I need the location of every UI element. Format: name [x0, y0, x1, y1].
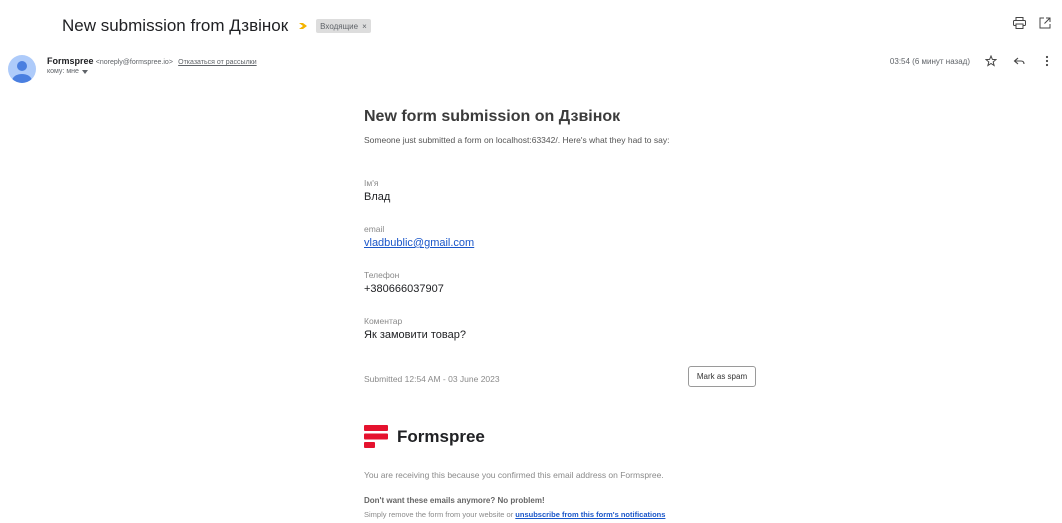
field-label: Телефон [364, 270, 400, 280]
dont-want-note: Don't want these emails anymore? No prob… [364, 496, 545, 505]
inbox-label-text: Входящие [320, 21, 359, 31]
open-in-new-window-icon[interactable] [1038, 16, 1052, 30]
recipient-text: кому: мне [47, 68, 79, 75]
more-vert-icon[interactable] [1040, 54, 1054, 68]
sender-line: Formspree <noreply@formspree.io> Отказат… [47, 56, 257, 66]
recipient-line[interactable]: кому: мне [47, 68, 257, 75]
formspree-brand-name: Formspree [397, 426, 485, 446]
message-date: 03:54 (6 минут назад) [889, 56, 970, 66]
field-label: Коментар [364, 316, 403, 326]
sender-name[interactable]: Formspree [47, 56, 94, 66]
field-email: email vladbublic@gmail.com [364, 224, 474, 249]
reply-icon[interactable] [1012, 54, 1026, 68]
subject-row: New submission from Дзвінок Входящие × [62, 14, 371, 38]
field-value: +380666037907 [364, 283, 444, 295]
inbox-label-chip[interactable]: Входящие × [316, 19, 371, 33]
field-label: email [364, 224, 385, 234]
sender-email: <noreply@formspree.io> [95, 59, 173, 66]
remove-form-note: Simply remove the form from your website… [364, 510, 665, 519]
submitted-timestamp: Submitted 12:54 AM - 03 June 2023 [364, 374, 500, 384]
unsubscribe-form-link[interactable]: unsubscribe from this form's notificatio… [515, 510, 665, 519]
submission-title: New form submission on Дзвінок [364, 108, 621, 125]
formspree-brand: Formspree [364, 424, 485, 449]
formspree-logo-icon [364, 425, 388, 448]
email-view: New submission from Дзвінок Входящие × F… [0, 0, 1062, 523]
receiving-note: You are receiving this because you confi… [364, 470, 664, 480]
sender-block: Formspree <noreply@formspree.io> Отказат… [47, 56, 257, 75]
submission-intro: Someone just submitted a form on localho… [364, 135, 670, 145]
field-label: Ім'я [364, 178, 379, 188]
email-link[interactable]: vladbublic@gmail.com [364, 237, 474, 249]
importance-marker-icon[interactable] [298, 21, 308, 31]
field-comment: Коментар Як замовити товар? [364, 316, 466, 341]
field-phone: Телефон +380666037907 [364, 270, 444, 295]
email-subject: New submission from Дзвінок [62, 16, 289, 35]
unsubscribe-link[interactable]: Отказаться от рассылки [178, 59, 256, 66]
sender-avatar[interactable] [8, 55, 36, 83]
email-body: New form submission on Дзвінок Someone j… [364, 108, 756, 519]
field-value: Як замовити товар? [364, 329, 466, 341]
chevron-down-icon[interactable] [81, 69, 88, 74]
top-actions [1012, 16, 1052, 30]
field-name: Ім'я Влад [364, 178, 390, 203]
field-value: Влад [364, 191, 391, 203]
mark-as-spam-button[interactable]: Mark as spam [688, 366, 756, 387]
printer-icon[interactable] [1012, 16, 1026, 30]
message-actions: 03:54 (6 минут назад) [890, 54, 1054, 68]
star-icon[interactable] [984, 54, 998, 68]
remove-form-text: Simply remove the form from your website… [364, 510, 516, 519]
remove-label-button[interactable]: × [362, 22, 367, 31]
